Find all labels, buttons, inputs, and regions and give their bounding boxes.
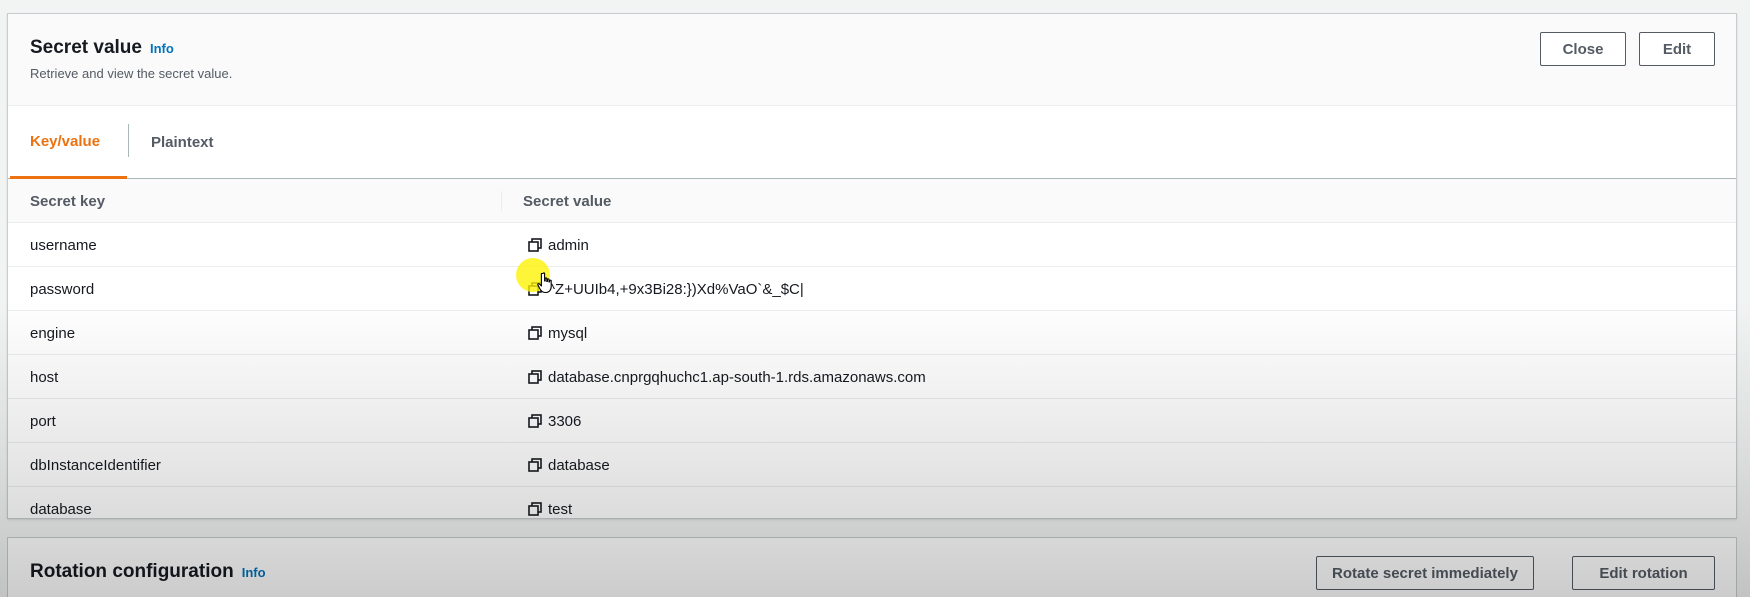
secret-key-cell: port — [30, 412, 56, 430]
secret-value-text: ^Z+UUIb4,+9x3Bi28:})Xd%VaO`&_$C| — [548, 280, 804, 298]
secret-value-title-row: Secret value Info — [30, 37, 174, 59]
table-row: username admin — [8, 223, 1736, 267]
secret-value-info-link[interactable]: Info — [150, 41, 174, 56]
rotation-title-row: Rotation configuration Info — [30, 561, 266, 583]
secret-value-title: Secret value — [30, 37, 142, 58]
secret-key-cell: engine — [30, 324, 76, 342]
tab-divider — [128, 124, 129, 157]
edit-button[interactable]: Edit — [1639, 32, 1715, 66]
rotation-info-link[interactable]: Info — [242, 565, 266, 580]
secret-value-header: Secret value Info Retrieve and view the … — [8, 14, 1736, 106]
table-row: engine mysql — [8, 311, 1736, 355]
rotation-configuration-panel: Rotation configuration Info Rotate secre… — [7, 537, 1737, 597]
secret-key-cell: password — [30, 280, 95, 298]
copy-icon[interactable] — [528, 326, 542, 340]
rotation-configuration-title: Rotation configuration — [30, 561, 234, 582]
secret-value-text: database — [548, 456, 610, 474]
table-row: database test — [8, 487, 1736, 531]
secret-value-text: admin — [548, 236, 589, 254]
secret-key-cell: database — [30, 500, 92, 518]
copy-icon[interactable] — [528, 238, 542, 252]
table-row: host database.cnprgqhuchc1.ap-south-1.rd… — [8, 355, 1736, 399]
copy-icon[interactable] — [528, 414, 542, 428]
secret-value-tabs: Key/value Plaintext — [8, 106, 1736, 179]
secret-value-cell: mysql — [528, 311, 587, 355]
secret-key-cell: host — [30, 368, 59, 386]
secret-value-subtitle: Retrieve and view the secret value. — [30, 66, 233, 81]
secret-value-text: 3306 — [548, 412, 582, 430]
column-separator — [501, 191, 502, 211]
tab-key-value[interactable]: Key/value — [10, 106, 127, 179]
copy-icon[interactable] — [528, 502, 542, 516]
secret-value-cell: test — [528, 487, 572, 531]
copy-icon[interactable] — [528, 458, 542, 472]
secret-value-cell: 3306 — [528, 399, 581, 443]
column-header-secret-value[interactable]: Secret value — [523, 179, 611, 223]
edit-rotation-button[interactable]: Edit rotation — [1572, 556, 1715, 590]
column-header-secret-key[interactable]: Secret key — [30, 179, 105, 223]
secret-value-text: test — [548, 500, 573, 518]
secret-value-cell: database.cnprgqhuchc1.ap-south-1.rds.ama… — [528, 355, 926, 399]
table-row: dbInstanceIdentifier database — [8, 443, 1736, 487]
table-row: password ^Z+UUIb4,+9x3Bi28:})Xd%VaO`&_$C… — [8, 267, 1736, 311]
table-header: Secret key Secret value — [8, 179, 1736, 223]
hand-pointer-cursor-icon — [536, 272, 554, 294]
secret-value-cell: database — [528, 443, 610, 487]
secret-value-panel: Secret value Info Retrieve and view the … — [7, 13, 1737, 519]
close-button[interactable]: Close — [1540, 32, 1626, 66]
secret-value-text: database.cnprgqhuchc1.ap-south-1.rds.ama… — [548, 368, 926, 386]
secret-value-text: mysql — [548, 324, 588, 342]
secret-table: Secret key Secret value username admin p… — [8, 179, 1736, 531]
page: Secret value Info Retrieve and view the … — [0, 0, 1750, 597]
rotate-secret-immediately-button[interactable]: Rotate secret immediately — [1316, 556, 1534, 590]
copy-icon[interactable] — [528, 370, 542, 384]
secret-key-cell: dbInstanceIdentifier — [30, 456, 161, 474]
table-row: port 3306 — [8, 399, 1736, 443]
tab-plaintext[interactable]: Plaintext — [151, 106, 214, 178]
secret-key-cell: username — [30, 236, 97, 254]
secret-value-cell: ^Z+UUIb4,+9x3Bi28:})Xd%VaO`&_$C| — [528, 267, 804, 311]
